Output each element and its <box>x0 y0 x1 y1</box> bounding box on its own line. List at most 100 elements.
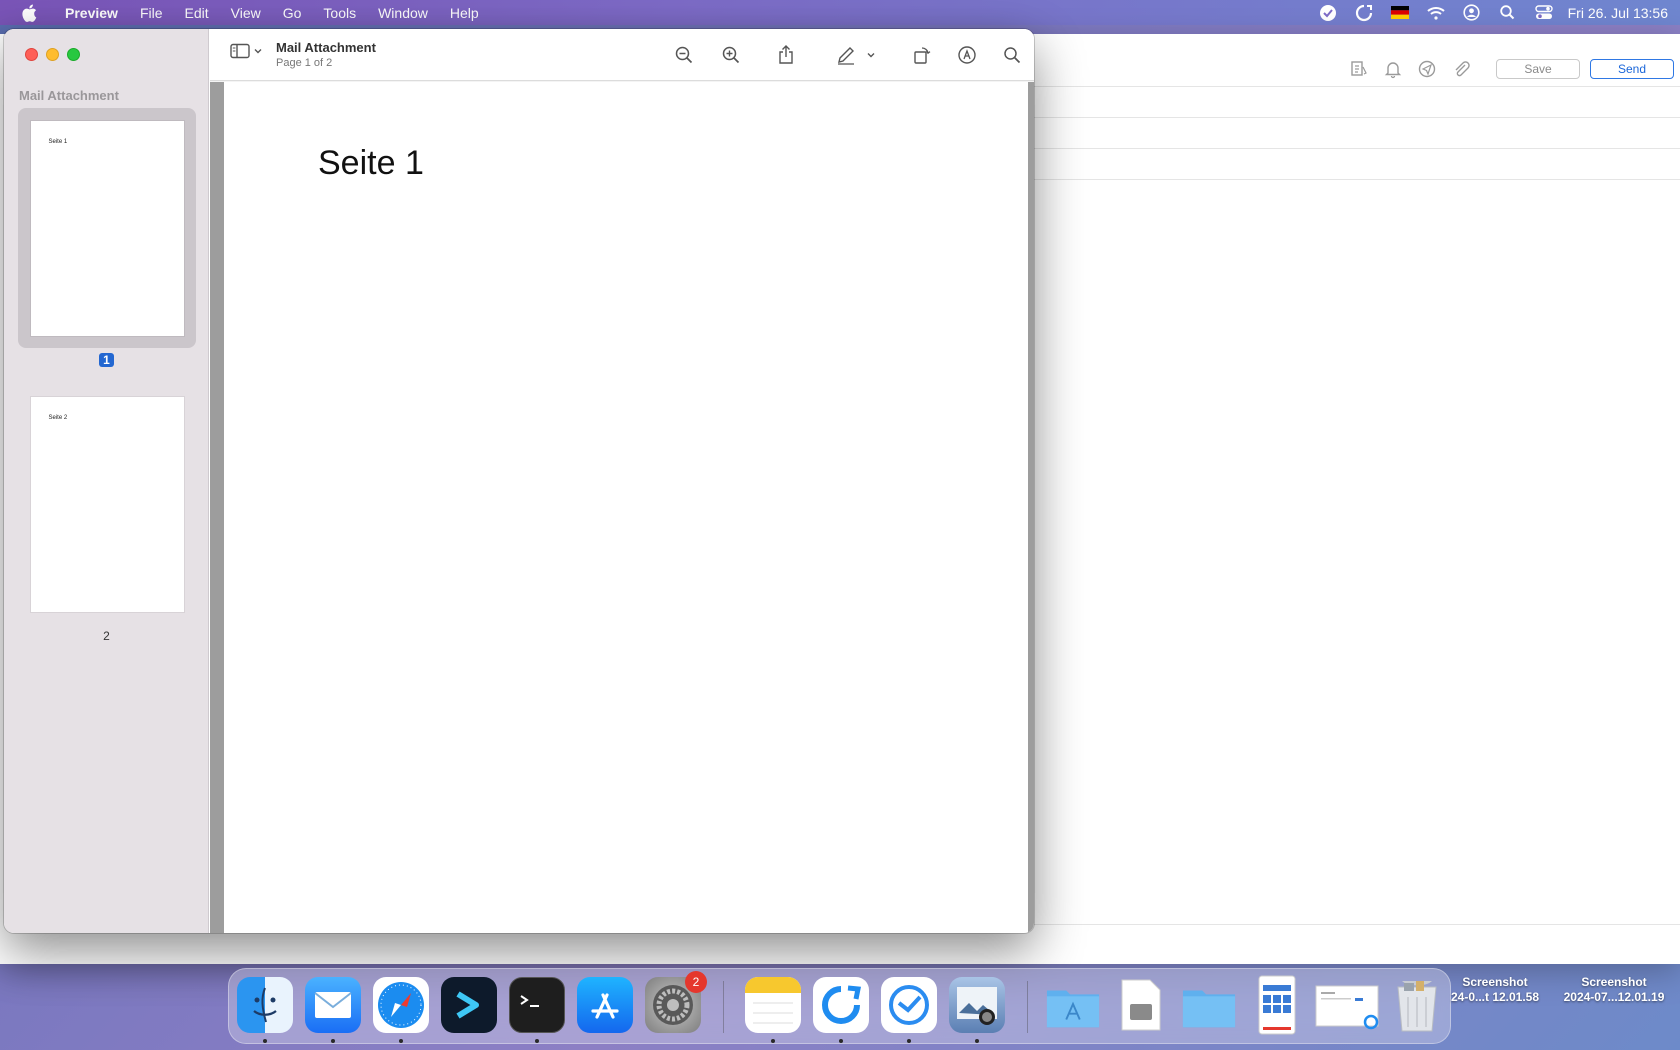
share-icon[interactable] <box>772 41 800 69</box>
format-icon[interactable] <box>1342 55 1376 83</box>
dock-separator <box>1027 981 1028 1033</box>
sync-status-icon[interactable] <box>1346 0 1382 25</box>
notes-icon[interactable] <box>745 977 801 1033</box>
app-store-icon[interactable] <box>577 977 633 1033</box>
page-number-label: 2 <box>103 629 110 643</box>
mail-field-divider <box>1030 86 1680 87</box>
control-center-icon[interactable] <box>1526 0 1562 25</box>
mail-toolbar: Save Send <box>1030 53 1680 85</box>
airmail-icon[interactable] <box>881 977 937 1033</box>
page-thumbnail-image: Seite 1 <box>30 120 184 336</box>
zoom-out-icon[interactable] <box>670 41 698 69</box>
rotate-icon[interactable] <box>908 41 936 69</box>
document-title: Mail Attachment <box>276 40 376 55</box>
window-controls <box>25 48 80 61</box>
menu-app-name[interactable]: Preview <box>54 0 129 25</box>
desktop-file-screenshot-2[interactable]: Screenshot 2024-07...12.01.19 <box>1552 975 1676 1005</box>
annotate-icon[interactable] <box>953 41 981 69</box>
user-account-icon[interactable] <box>1454 0 1490 25</box>
page-thumbnail-2[interactable]: Seite 2 <box>18 384 196 624</box>
menu-clock[interactable]: Fri 26. Jul 13:56 <box>1562 5 1680 21</box>
finder-icon[interactable] <box>237 977 293 1033</box>
status-area: Fri 26. Jul 13:56 <box>1310 0 1680 25</box>
menu-tools[interactable]: Tools <box>312 0 367 25</box>
downloads-folder-icon[interactable] <box>1181 977 1237 1033</box>
mail-field-divider <box>1030 148 1680 149</box>
desktop-file-screenshot-1[interactable]: Screenshot 24-0...t 12.01.58 <box>1448 975 1542 1005</box>
minimize-window-button[interactable] <box>46 48 59 61</box>
page-thumbnail-1[interactable]: Seite 1 <box>18 108 196 348</box>
applications-folder-icon[interactable] <box>1045 977 1101 1033</box>
page-number-badge: 1 <box>99 353 114 367</box>
running-indicator <box>331 1039 335 1043</box>
running-indicator <box>399 1039 403 1043</box>
system-settings-icon[interactable]: 2 <box>645 971 707 1033</box>
sync-app-icon[interactable] <box>813 977 869 1033</box>
page-heading: Seite 1 <box>318 144 424 182</box>
file-name-line: 2024-07...12.01.19 <box>1563 990 1665 1004</box>
german-flag-icon[interactable] <box>1382 0 1418 25</box>
bell-icon[interactable] <box>1376 55 1410 83</box>
safari-icon[interactable] <box>373 977 429 1033</box>
markup-pen-icon[interactable] <box>832 41 860 69</box>
close-window-button[interactable] <box>25 48 38 61</box>
spotlight-search-icon[interactable] <box>1490 0 1526 25</box>
sidebar-toggle-button[interactable] <box>230 43 262 59</box>
sidebar-icon <box>230 43 250 59</box>
mail-field-divider <box>1030 117 1680 118</box>
prompt-app-icon[interactable] <box>441 977 497 1033</box>
page-thumbnail-image: Seite 2 <box>30 396 184 612</box>
trash-icon[interactable] <box>1389 977 1445 1033</box>
file-name-line: Screenshot <box>1462 975 1528 989</box>
running-indicator <box>907 1039 911 1043</box>
markup-options-chevron-icon[interactable] <box>863 41 879 69</box>
running-indicator <box>839 1039 843 1043</box>
screenshot-thumbnail-icon[interactable] <box>1315 977 1379 1033</box>
disk-image-file-icon[interactable] <box>1113 977 1169 1033</box>
chevron-down-icon <box>254 49 262 54</box>
notes-header-strip <box>745 977 801 993</box>
document-page-count: Page 1 of 2 <box>276 57 333 69</box>
terminal-icon[interactable] <box>509 977 565 1033</box>
document-page: Seite 1 <box>224 82 1028 933</box>
screenshot-stack-icon[interactable] <box>1249 975 1305 1035</box>
mail-field-divider <box>1030 179 1680 180</box>
menu-bar: Preview File Edit View Go Tools Window H… <box>0 0 1680 25</box>
wifi-icon[interactable] <box>1418 0 1454 25</box>
thumbnail-text: Seite 1 <box>48 138 68 145</box>
send-later-icon[interactable] <box>1410 55 1444 83</box>
notification-badge: 2 <box>685 971 707 993</box>
thumbnail-sidebar: Mail Attachment Seite 1 1 Seite 2 2 <box>4 29 209 933</box>
preview-app-icon[interactable] <box>949 977 1005 1033</box>
menu-help[interactable]: Help <box>439 0 490 25</box>
search-icon[interactable] <box>998 41 1026 69</box>
dock-separator <box>723 981 724 1033</box>
document-scroll-area[interactable]: Seite 1 <box>210 82 1034 933</box>
preview-window: Mail Attachment Seite 1 1 Seite 2 2 Mail… <box>4 29 1034 933</box>
menu-go[interactable]: Go <box>272 0 313 25</box>
menu-view[interactable]: View <box>220 0 272 25</box>
menu-edit[interactable]: Edit <box>174 0 220 25</box>
apple-menu-icon[interactable] <box>18 2 40 24</box>
mail-footer-divider <box>1030 924 1680 925</box>
running-indicator <box>975 1039 979 1043</box>
preview-toolbar: Mail Attachment Page 1 of 2 <box>210 29 1034 81</box>
sidebar-title: Mail Attachment <box>19 88 119 103</box>
file-name-line: Screenshot <box>1581 975 1647 989</box>
thumbnail-text: Seite 2 <box>48 414 68 421</box>
send-button[interactable]: Send <box>1590 59 1674 79</box>
airmail-status-icon[interactable] <box>1310 0 1346 25</box>
document-pane: Mail Attachment Page 1 of 2 Seite 1 <box>210 29 1034 933</box>
file-name-line: 24-0...t 12.01.58 <box>1450 990 1540 1004</box>
save-button[interactable]: Save <box>1496 59 1580 79</box>
page-number-label: 1 <box>4 353 209 367</box>
mail-app-icon[interactable] <box>305 977 361 1033</box>
running-indicator <box>535 1039 539 1043</box>
running-indicator <box>771 1039 775 1043</box>
zoom-window-button[interactable] <box>67 48 80 61</box>
menu-file[interactable]: File <box>129 0 174 25</box>
attachment-icon[interactable] <box>1444 55 1478 83</box>
zoom-in-icon[interactable] <box>717 41 745 69</box>
running-indicator <box>263 1039 267 1043</box>
menu-window[interactable]: Window <box>367 0 439 25</box>
